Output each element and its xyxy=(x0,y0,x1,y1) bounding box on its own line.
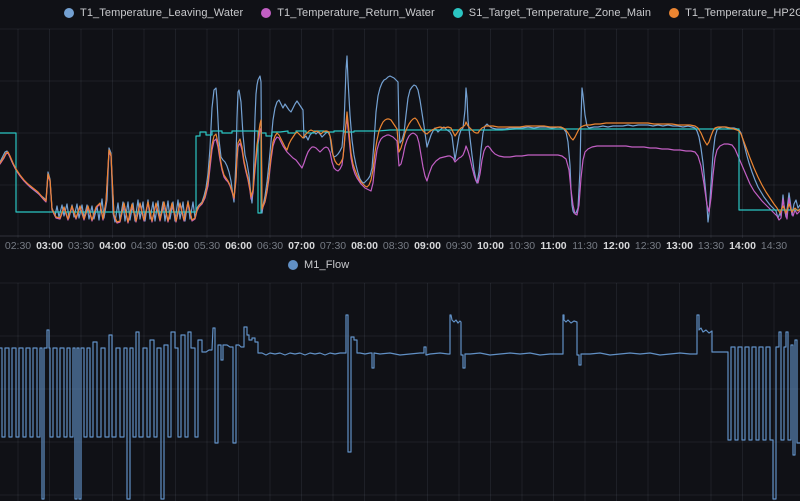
x-axis-label: 04:00 xyxy=(99,240,126,252)
legend-label: T1_Temperature_Leaving_Water xyxy=(80,7,244,19)
x-axis-label: 10:30 xyxy=(508,240,536,252)
x-axis-label: 13:00 xyxy=(666,240,693,252)
x-axis-label: 12:30 xyxy=(634,240,662,252)
x-axis-label: 14:30 xyxy=(760,240,788,252)
legend-item-T1_Temperature_HP2Gas_Water[interactable]: T1_Temperature_HP2Gas_Water xyxy=(669,7,800,19)
series-color-dot-icon xyxy=(64,8,74,18)
x-axis-label: 09:30 xyxy=(445,240,473,252)
series-color-dot-icon xyxy=(261,8,272,18)
x-axis-label: 07:30 xyxy=(319,240,347,252)
legend-item-S1_Target_Temperature_Zone_Main[interactable]: S1_Target_Temperature_Zone_Main xyxy=(452,7,652,19)
x-axis-label: 05:00 xyxy=(162,240,189,252)
x-axis-label: 07:00 xyxy=(288,240,315,252)
x-axis-label: 10:00 xyxy=(477,240,504,252)
dashboard: T1_Temperature_Leaving_Water T1_Temperatu… xyxy=(0,0,800,501)
time-axis: 02:30 03:00 03:30 04:00 04:30 05:00 05:30 06:00… xyxy=(0,240,800,254)
legend-label: T1_Temperature_Return_Water xyxy=(277,7,435,19)
flow-legend: M1_Flow xyxy=(288,259,349,271)
x-axis-label: 09:00 xyxy=(414,240,441,252)
x-axis-label: 11:00 xyxy=(540,240,567,252)
x-axis-label: 14:00 xyxy=(729,240,756,252)
x-axis-label: 06:30 xyxy=(256,240,284,252)
x-axis-label: 05:30 xyxy=(193,240,221,252)
legend-label: T1_Temperature_HP2Gas_Water xyxy=(685,7,800,19)
legend-item-M1_Flow[interactable]: M1_Flow xyxy=(288,259,349,271)
series-color-dot-icon xyxy=(452,8,463,18)
x-axis-label: 08:30 xyxy=(382,240,410,252)
series-color-dot-icon xyxy=(669,8,680,18)
legend-label: S1_Target_Temperature_Zone_Main xyxy=(468,7,652,19)
legend-item-T1_Temperature_Leaving_Water[interactable]: T1_Temperature_Leaving_Water xyxy=(64,7,243,19)
x-axis-label: 06:00 xyxy=(225,240,252,252)
legend-item-T1_Temperature_Return_Water[interactable]: T1_Temperature_Return_Water xyxy=(261,7,435,19)
x-axis-label: 11:30 xyxy=(572,240,598,252)
x-axis-label: 12:00 xyxy=(603,240,630,252)
series-color-dot-icon xyxy=(288,260,298,270)
x-axis-label: 03:00 xyxy=(36,240,63,252)
x-axis-label: 08:00 xyxy=(351,240,378,252)
temps-legend: T1_Temperature_Leaving_Water T1_Temperatu… xyxy=(64,7,800,19)
legend-label: M1_Flow xyxy=(304,259,350,271)
x-axis-label: 03:30 xyxy=(67,240,95,252)
flow-chart-plot[interactable] xyxy=(0,280,800,501)
temperature-chart-plot[interactable] xyxy=(0,26,800,238)
x-axis-label: 04:30 xyxy=(130,240,158,252)
x-axis-label: 02:30 xyxy=(4,240,32,252)
x-axis-label: 13:30 xyxy=(697,240,725,252)
